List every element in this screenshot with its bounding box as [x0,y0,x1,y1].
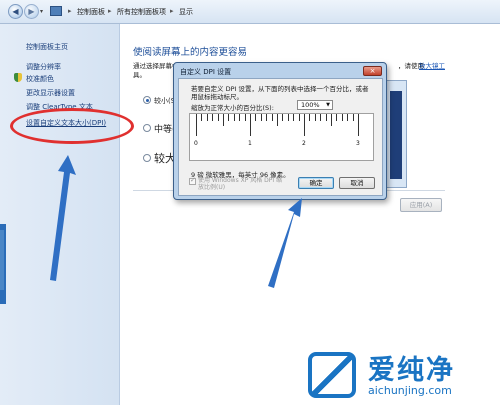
watermark-url: aichunjing.com [368,384,452,397]
dialog-instruction: 若要自定义 DPI 设置，从下面的列表中选择一个百分比，或者用鼠标拖动标尺。 [191,85,369,101]
ruler-label: 1 [248,140,252,147]
apply-button[interactable]: 应用(A) [400,198,442,212]
nav-control-panel-home[interactable]: 控制面板主页 [26,42,68,52]
chevron-down-icon: ▼ [326,102,330,108]
ruler-minor-tick [298,114,300,121]
ruler-minor-tick [309,114,311,121]
address-bar: ◀ ▶ ▾ ▸ 控制面板 ▸ 所有控制面板项 ▸ 显示 [0,0,500,24]
radio-larger[interactable] [143,154,151,162]
ruler-minor-tick [244,114,246,121]
ruler-minor-tick [287,114,289,121]
checkmark-icon: ✓ [190,176,196,184]
ruler-minor-tick [201,114,203,121]
radio-smaller[interactable] [143,96,151,104]
dialog-body: 若要自定义 DPI 设置，从下面的列表中选择一个百分比，或者用鼠标拖动标尺。 缩… [178,78,383,196]
close-icon[interactable]: × [363,66,382,76]
ruler-minor-tick [239,114,241,121]
scale-label: 缩放为正常大小的百分比(S): [191,104,274,112]
ruler-major-tick [196,114,197,136]
ruler-major-tick [304,114,305,136]
nav-calibrate-color[interactable]: 校准颜色 [26,74,54,84]
scale-percentage-value: 100% [301,101,320,109]
dpi-ruler[interactable]: 0 1 2 3 [189,113,374,161]
background-window-strip [0,230,4,290]
ruler-minor-tick [320,114,322,121]
brand-logo-icon [308,352,356,398]
arrow-up-right-icon [268,198,302,288]
ruler-minor-tick [277,114,278,126]
highlight-ellipse [10,108,134,144]
breadcrumb-control-panel[interactable]: 控制面板 [77,7,105,17]
preview-screen [390,91,402,179]
control-panel-icon [50,6,62,16]
ruler-minor-tick [206,114,208,121]
magnifier-link[interactable]: 放大镜工 [419,60,445,70]
radio-medium[interactable] [143,124,151,132]
ruler-minor-tick [282,114,284,121]
ruler-minor-tick [233,114,235,121]
ruler-minor-tick [266,114,268,121]
ruler-minor-tick [212,114,214,121]
ruler-minor-tick [341,114,343,121]
ruler-minor-tick [271,114,273,121]
ruler-label: 3 [356,140,360,147]
ruler-minor-tick [293,114,295,121]
ruler-label: 2 [302,140,306,147]
description-text-line2: 具。 [133,71,146,79]
recent-pages-chevron-icon[interactable]: ▾ [40,8,43,15]
ruler-major-tick [358,114,359,136]
ruler-minor-tick [336,114,338,121]
scale-percentage-select[interactable]: 100% ▼ [297,100,333,110]
ruler-minor-tick [228,114,230,121]
ruler-minor-tick [217,114,219,121]
xp-scaling-checkbox[interactable]: ✓ [189,176,196,185]
xp-scaling-label: 使用 Windows XP 风格 DPI 缩放比例(U) [198,177,283,191]
watermark: 爱纯净 aichunjing.com [300,346,498,403]
breadcrumb-display[interactable]: 显示 [179,7,193,17]
ruler-minor-tick [314,114,316,121]
forward-arrow-icon[interactable]: ▶ [24,4,39,19]
nav-adjust-resolution[interactable]: 调整分辨率 [26,62,61,72]
breadcrumb-all-items[interactable]: 所有控制面板项 [117,7,166,17]
ruler-minor-tick [260,114,262,121]
watermark-brand: 爱纯净 [368,355,455,386]
ruler-minor-tick [255,114,257,121]
ruler-minor-tick [223,114,224,126]
ok-button[interactable]: 确定 [298,177,334,189]
ruler-minor-tick [331,114,332,126]
breadcrumb-separator-icon: ▸ [170,7,174,15]
ruler-minor-tick [347,114,349,121]
ruler-minor-tick [325,114,327,121]
preview-image [385,80,407,188]
ruler-label: 0 [194,140,198,147]
cancel-button[interactable]: 取消 [339,177,375,189]
breadcrumb-separator-icon: ▸ [108,7,112,15]
shield-icon [14,73,22,82]
breadcrumb-separator-icon: ▸ [68,7,72,15]
ruler-major-tick [250,114,251,136]
nav-change-display-settings[interactable]: 更改显示器设置 [26,88,75,98]
custom-dpi-dialog: 自定义 DPI 设置 × 若要自定义 DPI 设置，从下面的列表中选择一个百分比… [173,62,387,200]
dialog-title: 自定义 DPI 设置 [180,68,232,76]
ruler-minor-tick [352,114,354,121]
page-heading: 使阅读屏幕上的内容更容易 [133,47,248,58]
back-arrow-icon[interactable]: ◀ [8,4,23,19]
